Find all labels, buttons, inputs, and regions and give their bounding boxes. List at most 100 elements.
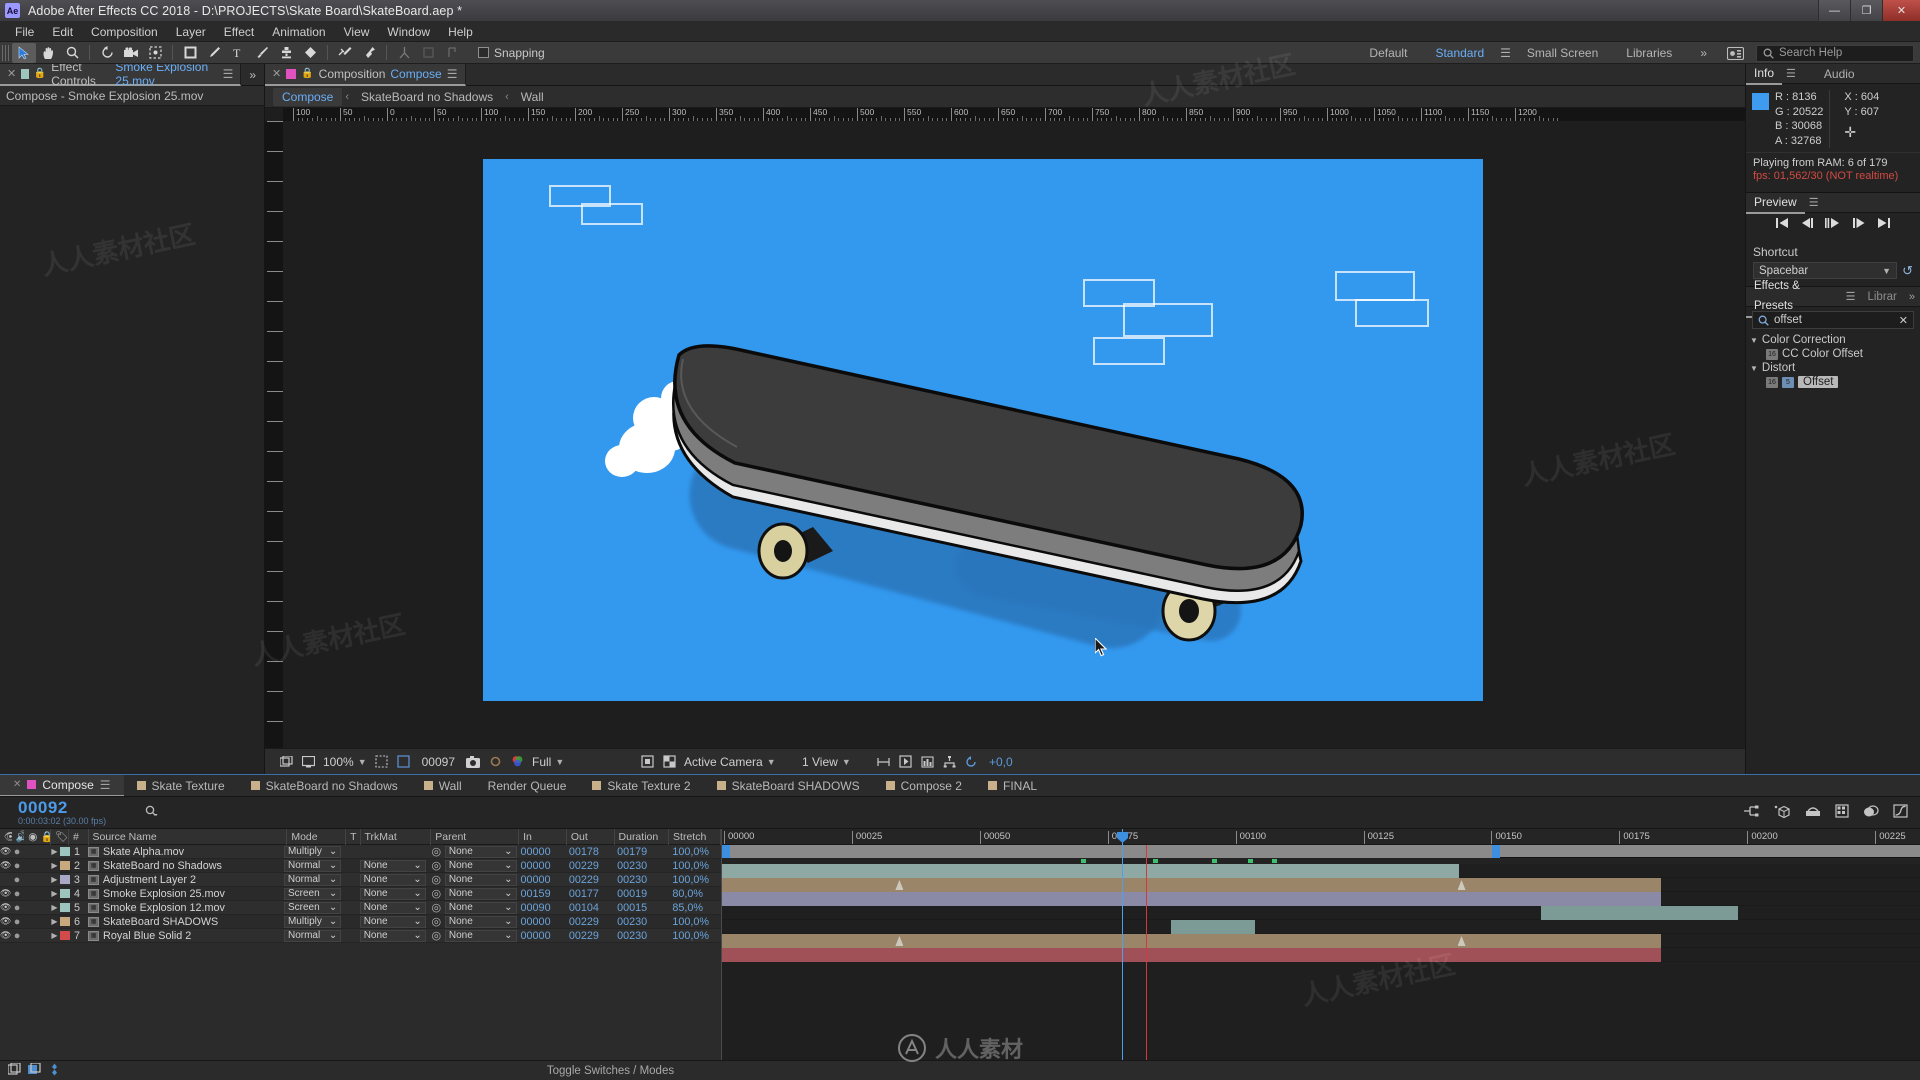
timeline-tab-wall[interactable]: Wall	[411, 775, 475, 796]
table-row[interactable]: ● ▶ 3 ▦ Adjustment Layer 2 Normal ⌄ None ⌄ ◎ None ⌄…	[0, 873, 721, 887]
panel-menu-icon[interactable]: ☰	[1805, 196, 1823, 209]
snapping-toggle[interactable]: Snapping	[478, 46, 545, 60]
layer-color-swatch[interactable]	[60, 847, 70, 856]
col-t[interactable]: T	[346, 828, 361, 845]
zoom-level-select[interactable]: 100% ▼	[319, 755, 371, 769]
layer-stretch-value[interactable]: 100,0%	[668, 873, 721, 887]
timeline-tab-compose-2[interactable]: Compose 2	[873, 775, 975, 796]
layer-stretch-value[interactable]: 100,0%	[668, 929, 721, 943]
pen-tool[interactable]	[202, 43, 226, 63]
pan-behind-tool[interactable]	[143, 43, 167, 63]
timeline-icon[interactable]	[916, 753, 938, 771]
layer-parent-select[interactable]: None ⌄	[444, 873, 517, 886]
effect-item-cc-color-offset[interactable]: 16 CC Color Offset	[1746, 347, 1920, 361]
layer-duration-bar[interactable]	[722, 948, 1661, 962]
breadcrumb-item-wall[interactable]: Wall	[512, 88, 553, 106]
layer-visibility-icon[interactable]: 👁	[0, 916, 11, 927]
layer-mode-select[interactable]: Normal ⌄	[283, 859, 342, 872]
frame-blending-icon[interactable]	[1835, 804, 1849, 821]
layer-in-value[interactable]: 00159	[517, 887, 565, 901]
tab-preview[interactable]: Preview	[1746, 192, 1805, 214]
reset-shortcut-icon[interactable]: ↺	[1902, 263, 1913, 279]
workspace-libraries[interactable]: Libraries	[1612, 42, 1686, 64]
layer-mode-select[interactable]: Multiply ⌄	[283, 845, 342, 858]
layer-duration-bar[interactable]	[1541, 906, 1739, 920]
layer-out-value[interactable]: 00229	[565, 929, 613, 943]
layer-parent-select[interactable]: None ⌄	[444, 887, 517, 900]
layer-trkmat-select[interactable]: None ⌄	[359, 873, 426, 886]
layer-expand-icon[interactable]: ▶	[49, 917, 60, 926]
always-preview-icon[interactable]	[275, 753, 297, 771]
transparency-grid-icon[interactable]	[658, 753, 680, 771]
show-snapshot-icon[interactable]	[484, 753, 506, 771]
layer-color-swatch[interactable]	[60, 917, 70, 926]
menu-item-composition[interactable]: Composition	[82, 23, 167, 41]
layer-audio-icon[interactable]: ●	[11, 860, 22, 872]
chevron-down-icon[interactable]: ▼	[1750, 364, 1758, 373]
col-out[interactable]: Out	[567, 828, 615, 845]
first-frame-button[interactable]	[1775, 217, 1789, 232]
layer-parent-select[interactable]: None ⌄	[444, 859, 517, 872]
layer-duration-value[interactable]: 00230	[613, 859, 668, 873]
timeline-tab-render-queue[interactable]: Render Queue	[475, 775, 580, 796]
layer-visibility-icon[interactable]: 👁	[0, 902, 11, 913]
layer-audio-icon[interactable]: ●	[11, 846, 22, 858]
col-trkmat[interactable]: TrkMat	[361, 828, 432, 845]
parent-pickwhip-icon[interactable]: ◎	[431, 887, 440, 900]
layer-expand-icon[interactable]: ▶	[49, 861, 60, 870]
toggle-switches-modes-label[interactable]: Toggle Switches / Modes	[547, 1065, 1434, 1077]
hide-shy-layers-icon[interactable]	[1805, 805, 1821, 821]
last-frame-button[interactable]	[1877, 217, 1891, 232]
tab-audio[interactable]: Audio	[1816, 64, 1863, 84]
exposure-offset-value[interactable]: +0,0	[982, 755, 1020, 769]
hand-tool[interactable]	[36, 43, 60, 63]
work-area-bar[interactable]	[722, 845, 1920, 858]
layer-expand-icon[interactable]: ▶	[49, 889, 60, 898]
timeline-ruler[interactable]: 0000000025000500007500100001250015000175…	[722, 829, 1920, 845]
col-stretch[interactable]: Stretch	[669, 828, 722, 845]
graph-editor-icon[interactable]	[1893, 804, 1908, 821]
views-select[interactable]: 1 View ▼	[798, 755, 872, 769]
composition-mini-flowchart-icon[interactable]	[1743, 804, 1760, 821]
layer-expand-icon[interactable]: ▶	[49, 847, 60, 856]
parent-pickwhip-icon[interactable]: ◎	[431, 873, 440, 886]
timeline-tab-compose[interactable]: ✕ Compose ☰	[0, 775, 124, 796]
shape-tool[interactable]	[178, 43, 202, 63]
timeline-tab-skateboard-shadows[interactable]: SkateBoard SHADOWS	[704, 775, 873, 796]
unified-camera-icon[interactable]	[416, 43, 440, 63]
workspace-menu-icon[interactable]: ☰	[1498, 46, 1513, 60]
panel-menu-icon[interactable]: ☰	[1782, 67, 1800, 80]
layer-visibility-icon[interactable]: 👁	[0, 860, 11, 871]
puppet-pin-tool[interactable]	[357, 43, 381, 63]
comp-marker[interactable]	[1080, 859, 1086, 863]
layer-stretch-value[interactable]: 80,0%	[668, 887, 721, 901]
comp-marker[interactable]	[1272, 859, 1278, 863]
comp-marker[interactable]	[1152, 859, 1158, 863]
timeline-tab-skate-texture-2[interactable]: Skate Texture 2	[579, 775, 703, 796]
layer-trkmat-select[interactable]: None ⌄	[359, 859, 426, 872]
col-parent[interactable]: Parent	[431, 828, 520, 845]
tab-libraries[interactable]: Librar	[1859, 287, 1904, 307]
layer-stretch-value[interactable]: 85,0%	[668, 901, 721, 915]
effect-group-color-correction[interactable]: ▼ Color Correction	[1746, 333, 1920, 347]
workspace-overflow-icon[interactable]: »	[1686, 42, 1721, 64]
effects-search-box[interactable]: offset ✕	[1752, 311, 1914, 329]
layer-color-swatch[interactable]	[60, 903, 70, 912]
table-row[interactable]: 👁 ● ▶ 7 ▦ Royal Blue Solid 2 Normal ⌄ None ⌄ ◎ None…	[0, 929, 721, 943]
layer-trkmat-select[interactable]: None ⌄	[359, 887, 426, 900]
orbit-camera-icon[interactable]	[440, 43, 464, 63]
layer-color-swatch[interactable]	[60, 931, 70, 940]
timeline-search-icon[interactable]	[145, 803, 163, 818]
fast-preview-icon[interactable]	[894, 753, 916, 771]
layer-stretch-value[interactable]: 100,0%	[668, 859, 721, 873]
layer-in-value[interactable]: 00000	[517, 929, 565, 943]
panel-overflow-icon[interactable]: »	[241, 68, 264, 82]
take-snapshot-icon[interactable]	[462, 753, 484, 771]
layer-in-value[interactable]: 00000	[517, 873, 565, 887]
layer-audio-icon[interactable]: ●	[11, 874, 22, 886]
transfer-controls-icon[interactable]	[28, 1061, 41, 1079]
maximize-button[interactable]: ❐	[1850, 0, 1882, 21]
layer-duration-bar[interactable]	[722, 892, 1661, 906]
parent-pickwhip-icon[interactable]: ◎	[431, 859, 440, 872]
timeline-tab-skateboard-no-shadows[interactable]: SkateBoard no Shadows	[238, 775, 411, 796]
